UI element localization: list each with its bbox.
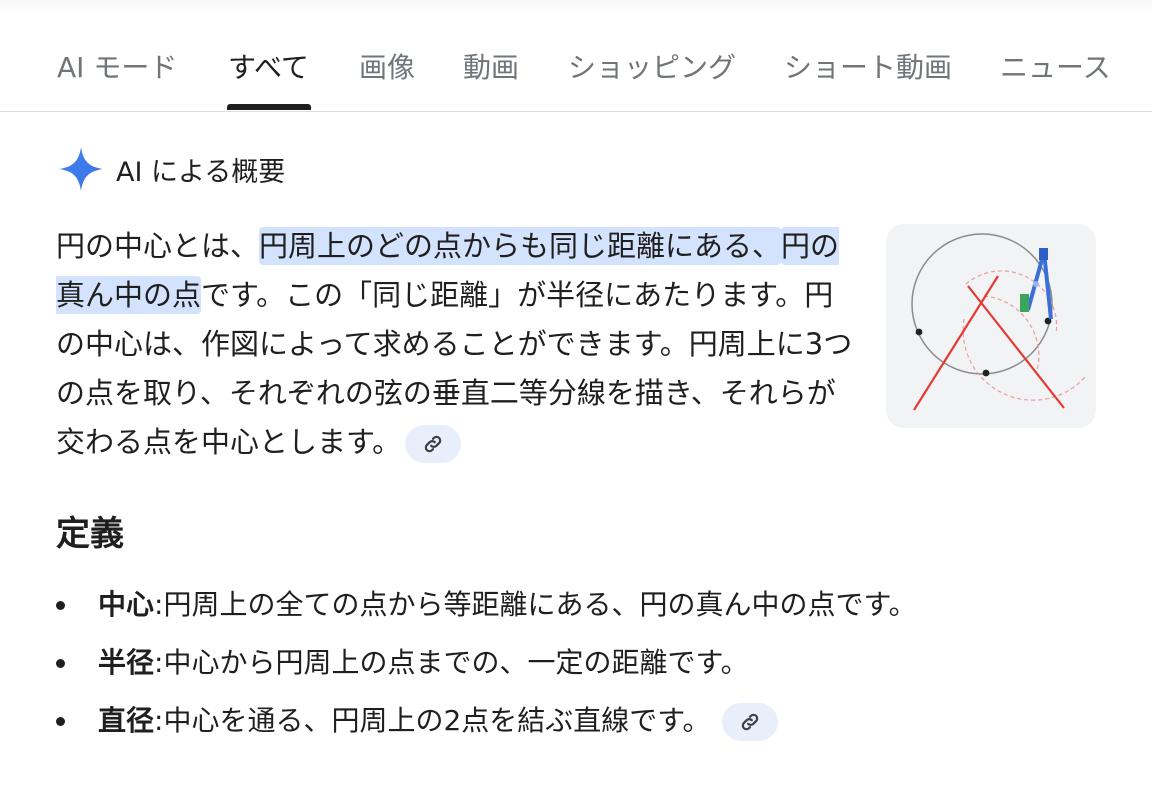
sparkle-icon (59, 147, 103, 191)
definition-text: :中心から円周上の点までの、一定の距離です。 (154, 646, 749, 679)
ai-overview-title: AI による概要 (116, 156, 286, 188)
tab-ai-mode[interactable]: AI モード (57, 48, 177, 88)
bullet-icon (56, 601, 65, 610)
summary-text-intro: 円の中心とは、 (56, 229, 260, 263)
definitions-heading: 定義 (56, 514, 124, 554)
list-item: 半径:中心から円周上の点までの、一定の距離です。 (56, 634, 1116, 692)
tab-all[interactable]: すべて (228, 48, 309, 88)
definitions-list: 中心:円周上の全ての点から等距離にある、円の真ん中の点です。 半径:中心から円周… (56, 576, 1116, 750)
tab-news[interactable]: ニュース (1000, 48, 1111, 88)
link-icon (742, 713, 759, 731)
bullet-icon (56, 717, 65, 726)
source-link-button[interactable] (405, 425, 462, 463)
tab-shopping[interactable]: ショッピング (568, 48, 736, 88)
definition-text: :円周上の全ての点から等距離にある、円の真ん中の点です。 (154, 588, 917, 621)
search-tabs: AI モード すべて 画像 動画 ショッピング ショート動画 ニュース (0, 0, 1152, 112)
compass-circle-construction-image (911, 233, 1087, 411)
source-link-button[interactable] (722, 703, 779, 741)
definition-term: 半径 (98, 646, 155, 679)
tab-images[interactable]: 画像 (359, 48, 415, 88)
link-icon (424, 435, 442, 453)
bullet-icon (56, 659, 65, 668)
definition-term: 中心 (98, 588, 155, 621)
overview-thumbnail[interactable] (886, 224, 1096, 428)
list-item: 直径:中心を通る、円周上の2点を結ぶ直線です。 (56, 692, 1116, 750)
definition-text: :中心を通る、円周上の2点を結ぶ直線です。 (154, 704, 711, 737)
tab-videos[interactable]: 動画 (463, 48, 519, 88)
summary-highlight[interactable]: 円周上のどの点からも同じ距離にある、 (259, 227, 782, 265)
ai-overview-summary: 円の中心とは、円周上のどの点からも同じ距離にある、円の真ん中の点です。この「同じ… (56, 222, 862, 467)
definition-term: 直径 (98, 704, 155, 737)
ai-overview-header: AI による概要 (56, 142, 285, 196)
list-item: 中心:円周上の全ての点から等距離にある、円の真ん中の点です。 (56, 576, 1116, 634)
tab-short-videos[interactable]: ショート動画 (784, 48, 952, 88)
active-tab-indicator (227, 104, 311, 110)
